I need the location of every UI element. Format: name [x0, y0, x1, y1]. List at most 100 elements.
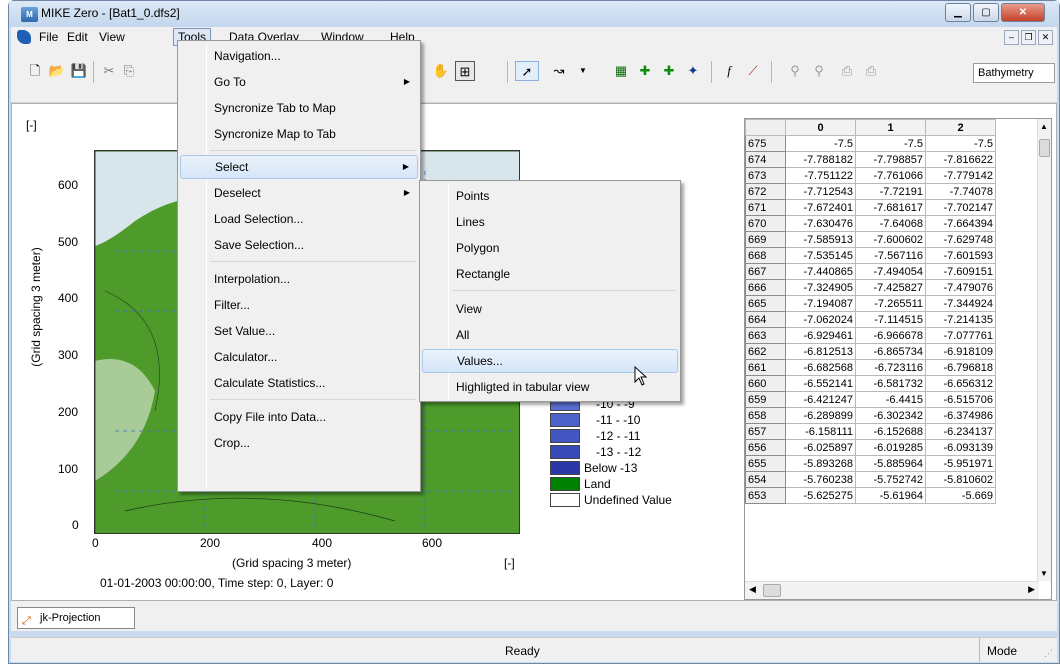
- row-header[interactable]: 673: [745, 167, 786, 184]
- menu-item-crop[interactable]: Crop...: [180, 431, 418, 455]
- table-cell[interactable]: -7.567116: [855, 247, 926, 264]
- scroll-thumb-horizontal[interactable]: [763, 584, 781, 597]
- menu-item-view[interactable]: View: [422, 297, 678, 321]
- table-cell[interactable]: -7.265511: [855, 295, 926, 312]
- row-header[interactable]: 657: [745, 423, 786, 440]
- table-cell[interactable]: -7.72191: [855, 183, 926, 200]
- scroll-down-icon[interactable]: ▼: [1040, 569, 1048, 578]
- menu-file[interactable]: File: [35, 28, 62, 46]
- pin-icon[interactable]: ⚲: [785, 61, 805, 81]
- table-cell[interactable]: -7.761066: [855, 167, 926, 184]
- save-icon[interactable]: 💾: [69, 61, 89, 81]
- row-header[interactable]: 669: [745, 231, 786, 248]
- maximize-button[interactable]: ▢: [973, 3, 999, 22]
- row-header[interactable]: 670: [745, 215, 786, 232]
- table-cell[interactable]: -5.885964: [855, 455, 926, 472]
- mdi-restore-button[interactable]: ❐: [1021, 30, 1036, 45]
- menu-edit[interactable]: Edit: [63, 28, 92, 46]
- table-cell[interactable]: -7.702147: [925, 199, 996, 216]
- menu-item-sync-tab-to-map[interactable]: Syncronize Tab to Map: [180, 96, 418, 120]
- menu-item-lines[interactable]: Lines: [422, 210, 678, 234]
- table-cell[interactable]: -6.865734: [855, 343, 926, 360]
- table-cell[interactable]: -7.74078: [925, 183, 996, 200]
- grid-toggle-icon[interactable]: ⊞: [455, 61, 475, 81]
- dropdown-arrow-icon[interactable]: ▼: [573, 61, 593, 81]
- menu-item-select[interactable]: Select ▶: [180, 155, 418, 179]
- row-header[interactable]: 655: [745, 455, 786, 472]
- pointer-icon[interactable]: ➚: [515, 61, 539, 81]
- row-header[interactable]: 667: [745, 263, 786, 280]
- pin-alt-icon[interactable]: ⚲: [809, 61, 829, 81]
- row-header[interactable]: 674: [745, 151, 786, 168]
- row-header[interactable]: 654: [745, 471, 786, 488]
- menu-item-sync-map-to-tab[interactable]: Syncronize Map to Tab: [180, 122, 418, 146]
- menu-item-filter[interactable]: Filter...: [180, 293, 418, 317]
- table-cell[interactable]: -6.302342: [855, 407, 926, 424]
- table-cell[interactable]: -6.515706: [925, 391, 996, 408]
- table-cell[interactable]: -5.810602: [925, 471, 996, 488]
- table-cell[interactable]: -7.494054: [855, 263, 926, 280]
- menu-view[interactable]: View: [95, 28, 129, 46]
- menu-item-calculator[interactable]: Calculator...: [180, 345, 418, 369]
- table-cell[interactable]: -6.025897: [785, 439, 856, 456]
- table-cell[interactable]: -7.712543: [785, 183, 856, 200]
- fill-icon[interactable]: ✦: [683, 61, 703, 81]
- table-cell[interactable]: -6.019285: [855, 439, 926, 456]
- row-header[interactable]: 659: [745, 391, 786, 408]
- title-bar[interactable]: M MIKE Zero - [Bat1_0.dfs2] ▁ ▢ ✕: [9, 1, 1059, 27]
- column-header[interactable]: 0: [785, 119, 856, 136]
- menu-item-copy-file-into-data[interactable]: Copy File into Data...: [180, 405, 418, 429]
- table-cell[interactable]: -7.324905: [785, 279, 856, 296]
- menu-item-save-selection[interactable]: Save Selection...: [180, 233, 418, 257]
- scroll-up-icon[interactable]: ▲: [1040, 122, 1048, 131]
- table-cell[interactable]: -6.374986: [925, 407, 996, 424]
- table-cell[interactable]: -5.951971: [925, 455, 996, 472]
- menu-item-points[interactable]: Points: [422, 184, 678, 208]
- table-cell[interactable]: -7.425827: [855, 279, 926, 296]
- column-header[interactable]: 2: [925, 119, 996, 136]
- resize-grip-icon[interactable]: ⋰: [1044, 648, 1053, 659]
- table-cell[interactable]: -7.672401: [785, 199, 856, 216]
- table-cell[interactable]: -7.214135: [925, 311, 996, 328]
- table-cell[interactable]: -7.114515: [855, 311, 926, 328]
- scroll-thumb[interactable]: [1039, 139, 1050, 157]
- table-cell[interactable]: -7.788182: [785, 151, 856, 168]
- table-cell[interactable]: -5.61964: [855, 487, 926, 504]
- menu-item-rectangle[interactable]: Rectangle: [422, 262, 678, 286]
- menu-item-deselect[interactable]: Deselect ▶: [180, 181, 418, 205]
- table-cell[interactable]: -6.581732: [855, 375, 926, 392]
- table-cell[interactable]: -7.798857: [855, 151, 926, 168]
- row-header[interactable]: 658: [745, 407, 786, 424]
- row-header[interactable]: 661: [745, 359, 786, 376]
- table-cell[interactable]: -7.5: [925, 135, 996, 152]
- line-tool-icon[interactable]: ⟋: [743, 61, 763, 81]
- table-cell[interactable]: -7.64068: [855, 215, 926, 232]
- mdi-minimize-button[interactable]: –: [1004, 30, 1019, 45]
- table-cell[interactable]: -7.681617: [855, 199, 926, 216]
- table-cell[interactable]: -7.344924: [925, 295, 996, 312]
- minimize-button[interactable]: ▁: [945, 3, 971, 22]
- data-grid[interactable]: 0 1 2 675 -7.5 -7.5 -7.5 674 -7.788182 -7.7988…: [744, 118, 1052, 600]
- row-header[interactable]: 663: [745, 327, 786, 344]
- table-cell[interactable]: -5.752742: [855, 471, 926, 488]
- copy-icon[interactable]: ⎘: [119, 61, 139, 81]
- cut-icon[interactable]: ✂: [99, 61, 119, 81]
- print-icon[interactable]: ⎙: [837, 61, 857, 81]
- table-cell[interactable]: -6.152688: [855, 423, 926, 440]
- table-cell[interactable]: -7.629748: [925, 231, 996, 248]
- table-cell[interactable]: -6.093139: [925, 439, 996, 456]
- draw-tool-icon[interactable]: ↝: [549, 61, 569, 81]
- tab-jk-projection[interactable]: ⤢ jk-Projection: [17, 607, 135, 629]
- table-cell[interactable]: -7.630476: [785, 215, 856, 232]
- row-header[interactable]: 660: [745, 375, 786, 392]
- add-row-icon[interactable]: ✚: [659, 61, 679, 81]
- row-header[interactable]: 656: [745, 439, 786, 456]
- row-header[interactable]: 665: [745, 295, 786, 312]
- menu-item-navigation[interactable]: Navigation...: [180, 44, 418, 68]
- table-cell[interactable]: -6.966678: [855, 327, 926, 344]
- table-cell[interactable]: -7.440865: [785, 263, 856, 280]
- column-header[interactable]: 1: [855, 119, 926, 136]
- pan-hand-icon[interactable]: ✋: [431, 61, 451, 81]
- row-header[interactable]: 653: [745, 487, 786, 504]
- table-cell[interactable]: -5.893268: [785, 455, 856, 472]
